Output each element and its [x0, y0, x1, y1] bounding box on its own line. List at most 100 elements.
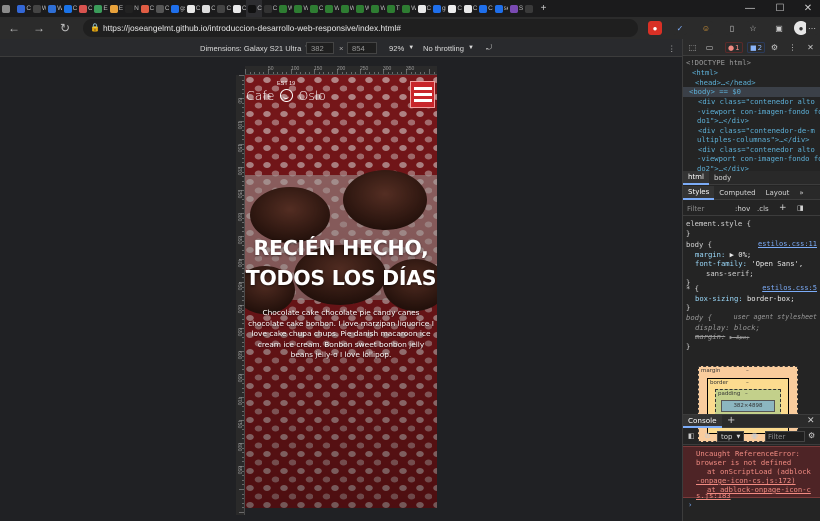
tab-computed[interactable]: Computed — [714, 186, 760, 200]
more-options-icon[interactable]: ⋮ — [668, 42, 676, 54]
browser-tab[interactable]: W — [31, 0, 46, 17]
browser-tab[interactable]: Cs — [231, 0, 246, 17]
dom-node[interactable]: <div class="contenedor alto — [683, 97, 820, 107]
browser-tab[interactable]: W — [369, 0, 385, 17]
browser-tab[interactable]: Cs — [262, 0, 277, 17]
browser-tab[interactable]: Cs — [154, 0, 169, 17]
browser-tab[interactable]: CS — [246, 0, 262, 17]
settings-gear-icon[interactable]: ⚙ — [769, 42, 780, 53]
close-drawer-icon[interactable]: ✕ — [807, 416, 815, 426]
dom-node[interactable]: ultiples-columnas">…</div> — [683, 135, 820, 145]
browser-tab[interactable]: W — [339, 0, 354, 17]
browser-tab[interactable]: gi — [431, 0, 446, 17]
tab-more[interactable]: » — [794, 186, 808, 200]
breadcrumb-body[interactable]: body — [709, 171, 736, 185]
browser-tab[interactable] — [523, 0, 538, 17]
rule1-selector[interactable]: body { — [686, 240, 760, 250]
dom-node[interactable]: <html> — [683, 68, 820, 78]
browser-tab[interactable]: Ca — [62, 0, 77, 17]
rotate-icon[interactable]: ⤾ — [486, 42, 492, 54]
tab-layout[interactable]: Layout — [761, 186, 795, 200]
rule2-source-link[interactable]: estilos.css:5 — [762, 284, 817, 292]
browser-tab[interactable]: Ci — [185, 0, 200, 17]
browser-tab[interactable]: Ce — [308, 0, 323, 17]
browser-tab[interactable]: Cs — [215, 0, 231, 17]
customize-icon[interactable]: ⋮ — [787, 42, 798, 53]
height-input[interactable]: 854 — [347, 42, 377, 54]
close-window-button[interactable]: ✕ — [797, 0, 819, 17]
rule3-display[interactable]: display: block; — [686, 323, 819, 333]
browser-tab[interactable]: Cr — [446, 0, 462, 17]
rule1-source-link[interactable]: estilos.css:11 — [758, 240, 817, 248]
back-icon[interactable]: ← — [6, 20, 22, 36]
console-filter-input[interactable]: Filter — [765, 431, 805, 442]
clear-console-icon[interactable]: ⊘ — [704, 431, 711, 440]
browser-tab[interactable]: W — [277, 0, 292, 17]
browser-tab[interactable]: W — [354, 0, 369, 17]
split-screen-icon[interactable]: ▯ — [725, 21, 739, 35]
collections-icon[interactable]: ▣ — [772, 21, 786, 35]
browser-tab[interactable]: Es — [108, 0, 123, 17]
browser-tab[interactable]: N — [123, 0, 139, 17]
minimize-button[interactable]: — — [739, 0, 761, 17]
browser-tab[interactable]: W — [292, 0, 308, 17]
browser-tab[interactable]: Cs — [77, 0, 92, 17]
maximize-button[interactable]: ☐ — [769, 0, 791, 17]
forward-icon[interactable]: → — [31, 20, 47, 36]
computed-sidebar-icon[interactable]: ◨ — [797, 204, 804, 212]
dom-node[interactable]: -viewport con-imagen-fondo fon — [683, 154, 820, 164]
dom-node[interactable]: do1">…</div> — [683, 116, 820, 126]
width-input[interactable]: 382 — [306, 42, 334, 54]
browser-tab[interactable]: Sc — [508, 0, 523, 17]
throttling-select[interactable]: No throttling ▼ — [423, 42, 474, 54]
new-tab-button[interactable]: + — [539, 0, 554, 17]
extension-adblock-icon[interactable]: ● — [648, 21, 662, 35]
browser-tab[interactable]: Ca — [15, 0, 31, 17]
rule2-selector[interactable]: * { — [686, 284, 746, 294]
browser-tab[interactable]: Ce — [477, 0, 493, 17]
eye-icon[interactable]: ◉ — [751, 431, 758, 440]
rule1-margin[interactable]: margin: ▶ 0%; — [686, 250, 819, 260]
new-rule-icon[interactable]: + — [779, 203, 787, 213]
issues-count-badge[interactable]: ■ 2 — [747, 42, 766, 53]
console-prompt[interactable]: › — [688, 500, 820, 510]
console-sidebar-icon[interactable]: ◧ — [688, 432, 695, 440]
browser-tab[interactable]: Tr — [385, 0, 400, 17]
dom-node[interactable]: <!DOCTYPE html> — [683, 58, 820, 68]
more-menu-icon[interactable]: ⋯ — [806, 21, 818, 35]
console-settings-icon[interactable]: ⚙ — [808, 431, 815, 440]
device-select[interactable]: Dimensions: Galaxy S21 Ultra ▼ — [200, 42, 310, 54]
extension-puzzle-icon[interactable]: ✓ — [673, 21, 687, 35]
browser-tab[interactable]: Ce — [200, 0, 215, 17]
rule2-box-sizing[interactable]: box-sizing: border-box; — [686, 294, 819, 304]
tab-styles[interactable]: Styles — [683, 185, 715, 200]
rule3-selector[interactable]: body { — [686, 313, 726, 323]
page-viewport[interactable]: Cafe EST 19 Oslo RECIÉN HECHO, TODOS LOS… — [245, 75, 437, 508]
browser-tab[interactable]: Ce — [462, 0, 477, 17]
site-logo[interactable]: Cafe EST 19 Oslo — [246, 81, 346, 106]
inspect-icon[interactable]: ⬚ — [687, 42, 698, 53]
dom-node[interactable]: <body> == $0 — [683, 87, 820, 97]
browser-tab[interactable] — [0, 0, 15, 17]
breadcrumb-html[interactable]: html — [683, 170, 709, 185]
rule1-font-family[interactable]: font-family: 'Open Sans', — [686, 259, 819, 269]
favorites-icon[interactable]: ☆ — [746, 21, 760, 35]
context-select[interactable]: top ▼ — [717, 431, 745, 442]
error-count-badge[interactable]: ● 1 — [725, 42, 743, 53]
hamburger-menu-button[interactable] — [410, 81, 435, 108]
browser-tab[interactable]: W — [323, 0, 339, 17]
box-model-content[interactable]: 382×4898 — [721, 400, 775, 412]
tab-console[interactable]: Console — [683, 415, 722, 428]
cls-toggle[interactable]: .cls — [757, 205, 769, 213]
browser-tab[interactable]: se — [493, 0, 508, 17]
url-bar[interactable]: 🔒 https://joseangelmt.github.io/introduc… — [83, 19, 638, 37]
browser-tab[interactable]: Es — [92, 0, 108, 17]
browser-tab[interactable]: W — [400, 0, 416, 17]
close-devtools-icon[interactable]: ✕ — [805, 42, 816, 53]
browser-tab[interactable]: Ce — [139, 0, 154, 17]
styles-filter-input[interactable]: Filter — [687, 205, 704, 213]
reload-icon[interactable]: ↻ — [57, 20, 73, 36]
add-drawer-tab-icon[interactable]: + — [727, 415, 735, 426]
extension-face-icon[interactable]: ☺ — [699, 21, 713, 35]
browser-tab[interactable]: W — [46, 0, 62, 17]
